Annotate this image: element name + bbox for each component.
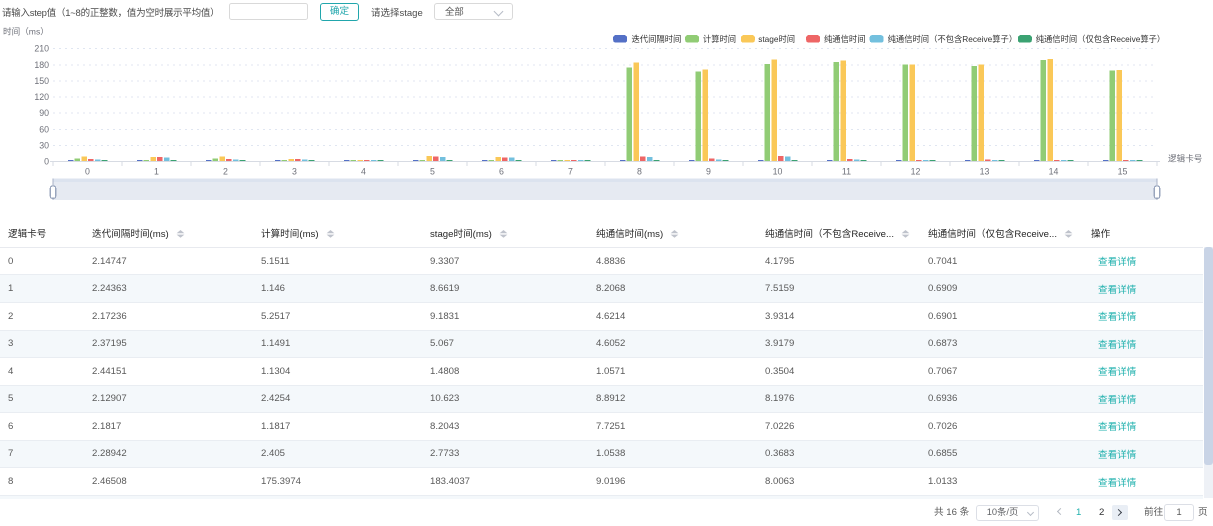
- svg-text:13: 13: [980, 167, 990, 177]
- svg-text:10: 10: [773, 167, 783, 177]
- svg-text:180: 180: [34, 60, 49, 70]
- svg-text:7: 7: [568, 167, 573, 177]
- svg-text:逻辑卡号: 逻辑卡号: [1168, 153, 1202, 164]
- svg-text:120: 120: [34, 92, 49, 102]
- svg-text:纯通信时间（不包含Receive算子）: 纯通信时间（不包含Receive算子）: [888, 34, 1018, 44]
- svg-text:8: 8: [637, 167, 642, 177]
- svg-text:3: 3: [292, 167, 297, 177]
- svg-text:2: 2: [223, 167, 228, 177]
- svg-text:90: 90: [39, 108, 49, 118]
- svg-text:11: 11: [842, 167, 851, 177]
- svg-text:15: 15: [1118, 167, 1128, 177]
- svg-text:5: 5: [430, 167, 435, 177]
- svg-text:14: 14: [1049, 167, 1059, 177]
- svg-text:0: 0: [85, 167, 90, 177]
- svg-text:12: 12: [911, 167, 921, 177]
- svg-text:150: 150: [34, 76, 49, 86]
- svg-text:4: 4: [361, 167, 366, 177]
- svg-text:0: 0: [44, 157, 49, 167]
- svg-text:stage时间: stage时间: [758, 34, 795, 44]
- svg-text:60: 60: [39, 124, 49, 134]
- svg-text:210: 210: [34, 44, 49, 54]
- svg-text:时间（ms）: 时间（ms）: [3, 26, 49, 37]
- svg-text:6: 6: [499, 167, 504, 177]
- svg-text:迭代间隔时间: 迭代间隔时间: [632, 34, 682, 44]
- svg-text:9: 9: [706, 167, 711, 177]
- svg-text:纯通信时间: 纯通信时间: [824, 34, 866, 44]
- svg-text:30: 30: [39, 140, 49, 150]
- svg-text:纯通信时间（仅包含Receive算子）: 纯通信时间（仅包含Receive算子）: [1036, 34, 1166, 44]
- svg-text:1: 1: [154, 167, 159, 177]
- svg-text:计算时间: 计算时间: [703, 34, 736, 44]
